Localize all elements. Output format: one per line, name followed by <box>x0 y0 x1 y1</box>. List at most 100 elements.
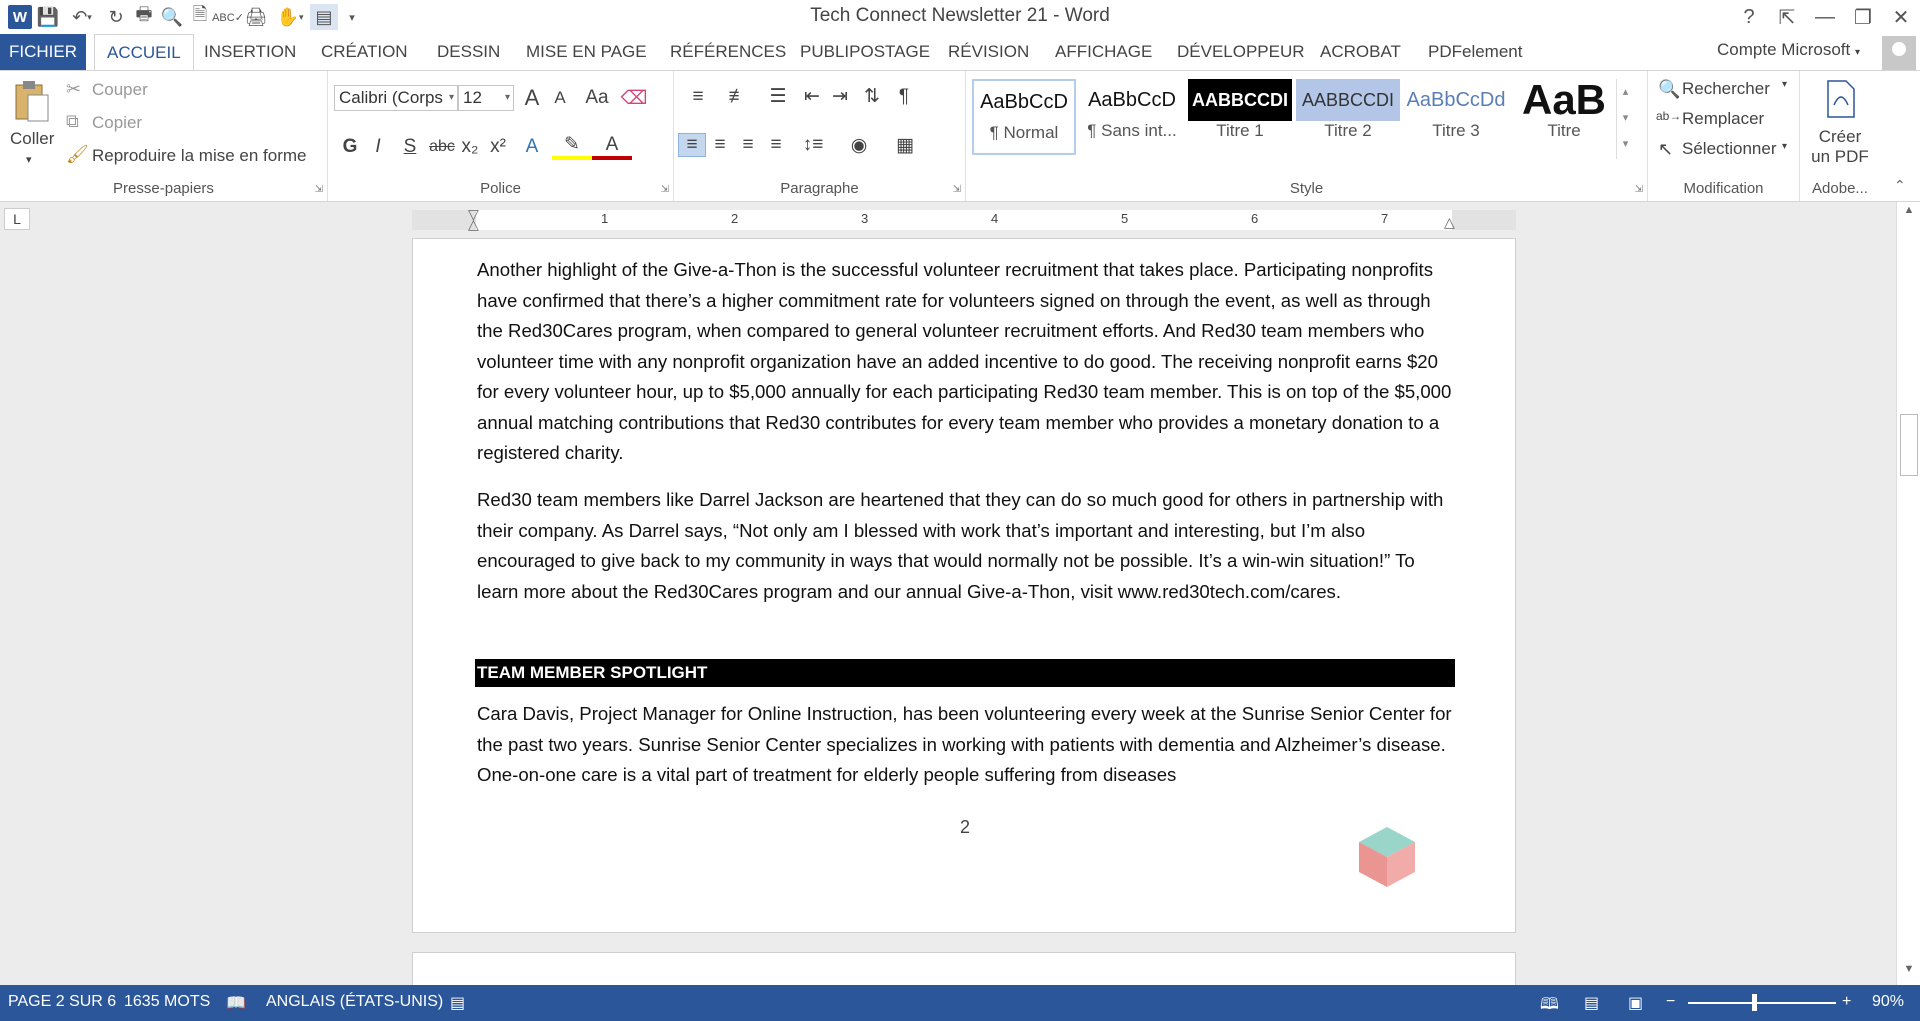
read-mode-icon[interactable]: 🕮 <box>1540 993 1559 1020</box>
word-count[interactable]: 1635 MOTS <box>124 993 210 1011</box>
multilevel-list-icon[interactable]: ☰ <box>758 85 798 108</box>
ribbon-display-icon[interactable]: ⇱ <box>1768 2 1806 32</box>
shading-icon[interactable]: ◉ <box>836 134 882 157</box>
create-pdf-icon[interactable] <box>1824 79 1858 119</box>
decrease-indent-icon[interactable]: ⇤ <box>798 85 826 108</box>
style-sans-interligne[interactable]: AaBbCcD ¶ Sans int... <box>1080 79 1184 155</box>
vertical-scrollbar[interactable]: ▲ ▼ <box>1896 202 1920 985</box>
tab-file[interactable]: FICHIER <box>0 34 86 70</box>
new-doc-icon[interactable]: 🗎 <box>186 4 214 30</box>
font-size-select[interactable]: 12 ▾ <box>458 85 514 111</box>
body-paragraph[interactable]: Cara Davis, Project Manager for Online I… <box>477 699 1457 791</box>
body-paragraph[interactable]: Red30 team members like Darrel Jackson a… <box>477 485 1457 607</box>
paste-icon[interactable] <box>12 79 52 125</box>
scroll-up-icon[interactable]: ▲ <box>1897 204 1920 224</box>
paragraph-launcher-icon[interactable]: ⇲ <box>953 184 961 195</box>
cut-button[interactable]: Couper <box>92 80 148 100</box>
tab-affichage[interactable]: AFFICHAGE <box>1043 34 1164 70</box>
chevron-down-icon[interactable]: ▾ <box>1617 105 1634 131</box>
create-pdf-button[interactable]: Créer un PDF <box>1800 127 1880 167</box>
avatar[interactable] <box>1882 36 1916 70</box>
tab-selector[interactable]: L <box>4 208 30 230</box>
print-layout-icon[interactable]: ▤ <box>1584 993 1599 1013</box>
bold-button[interactable]: G <box>336 136 364 158</box>
touch-mode-icon[interactable]: ✋ ▾ <box>270 4 310 30</box>
chevron-down-icon[interactable]: ▾ <box>1782 79 1787 90</box>
font-color-icon[interactable]: A <box>592 134 632 160</box>
style-titre[interactable]: AaB Titre <box>1512 79 1616 155</box>
quick-print-icon[interactable]: 🖨 <box>242 4 270 30</box>
proofing-icon[interactable]: 📖 <box>226 993 246 1013</box>
account-menu[interactable]: Compte Microsoft ▾ <box>1717 40 1860 60</box>
superscript-button[interactable]: x² <box>484 136 512 158</box>
tab-developpeur[interactable]: DÉVELOPPEUR <box>1165 34 1317 70</box>
right-indent-marker[interactable]: △ <box>1444 214 1455 231</box>
help-icon[interactable]: ? <box>1730 2 1768 32</box>
style-titre-2[interactable]: AABBCCDI Titre 2 <box>1296 79 1400 155</box>
scroll-thumb[interactable] <box>1900 414 1918 476</box>
layout-icon[interactable]: ▤ <box>310 4 338 30</box>
clear-format-icon[interactable]: ⌫ <box>620 87 648 110</box>
tab-acrobat[interactable]: ACROBAT <box>1308 34 1413 70</box>
section-heading[interactable]: TEAM MEMBER SPOTLIGHT <box>475 659 1455 687</box>
tab-pdfelement[interactable]: PDFelement <box>1416 34 1534 70</box>
web-layout-icon[interactable]: ▣ <box>1628 993 1643 1013</box>
collapse-ribbon-icon[interactable]: ⌃ <box>1894 177 1906 194</box>
bullets-icon[interactable]: ≡ <box>678 86 718 108</box>
font-launcher-icon[interactable]: ⇲ <box>661 184 669 195</box>
zoom-slider-thumb[interactable] <box>1752 994 1757 1011</box>
grow-font-button[interactable]: A <box>518 85 546 111</box>
page-indicator[interactable]: PAGE 2 SUR 6 <box>8 993 116 1011</box>
style-normal[interactable]: AaBbCcD ¶ Normal <box>972 79 1076 155</box>
change-case-button[interactable]: Aa <box>574 87 620 109</box>
italic-button[interactable]: I <box>364 136 392 158</box>
tab-references[interactable]: RÉFÉRENCES <box>658 34 798 70</box>
replace-button[interactable]: Remplacer <box>1682 109 1764 129</box>
zoom-out-button[interactable]: − <box>1666 993 1675 1011</box>
text-effects-icon[interactable]: A <box>512 136 552 158</box>
tab-mise-en-page[interactable]: MISE EN PAGE <box>514 34 659 70</box>
horizontal-ruler[interactable]: ▽ △ △ 1 2 3 4 5 6 7 <box>412 206 1516 233</box>
tab-insertion[interactable]: INSERTION <box>192 34 308 70</box>
tab-revision[interactable]: RÉVISION <box>936 34 1041 70</box>
underline-button[interactable]: S <box>392 136 428 158</box>
style-titre-3[interactable]: AaBbCcDd Titre 3 <box>1404 79 1508 155</box>
zoom-level[interactable]: 90% <box>1872 993 1904 1011</box>
word-app-icon[interactable]: W <box>6 4 34 30</box>
zoom-in-button[interactable]: + <box>1842 993 1851 1011</box>
tab-creation[interactable]: CRÉATION <box>309 34 420 70</box>
tab-publipostage[interactable]: PUBLIPOSTAGE <box>788 34 942 70</box>
select-button[interactable]: Sélectionner <box>1682 139 1777 159</box>
macro-recording-icon[interactable]: ▤ <box>450 993 465 1013</box>
line-spacing-icon[interactable]: ↕≡ <box>790 134 836 156</box>
preview-icon[interactable]: 🔍 <box>158 4 186 30</box>
align-left-icon[interactable]: ≡ <box>678 133 706 157</box>
strikethrough-button[interactable]: abc <box>428 138 456 156</box>
language-indicator[interactable]: ANGLAIS (ÉTATS-UNIS) <box>266 993 443 1011</box>
chevron-up-icon[interactable]: ▴ <box>1617 79 1634 105</box>
align-right-icon[interactable]: ≡ <box>734 134 762 156</box>
style-titre-1[interactable]: AABBCCDI Titre 1 <box>1188 79 1292 155</box>
sort-icon[interactable]: ⇅ <box>854 85 890 108</box>
save-icon[interactable]: 💾 <box>34 4 62 30</box>
document-page[interactable]: Another highlight of the Give-a-Thon is … <box>412 238 1516 933</box>
numbering-icon[interactable]: ≢ <box>718 86 758 108</box>
copy-button[interactable]: Copier <box>92 113 142 133</box>
redo-icon[interactable]: ↻ <box>102 4 130 30</box>
paste-dropdown-icon[interactable]: ▾ <box>26 153 32 166</box>
undo-icon[interactable]: ↶ ▾ <box>62 4 102 30</box>
restore-icon[interactable]: ❐ <box>1844 2 1882 32</box>
scroll-down-icon[interactable]: ▼ <box>1897 963 1920 983</box>
increase-indent-icon[interactable]: ⇥ <box>826 85 854 108</box>
clipboard-launcher-icon[interactable]: ⇲ <box>315 184 323 195</box>
font-name-select[interactable]: Calibri (Corps ▾ <box>334 85 458 111</box>
chevron-down-icon[interactable]: ▾ <box>1782 141 1787 152</box>
minimize-icon[interactable]: — <box>1806 2 1844 32</box>
left-indent-marker[interactable]: △ <box>468 216 479 233</box>
paste-button[interactable]: Coller <box>10 129 54 149</box>
tab-accueil[interactable]: ACCUEIL <box>94 34 194 71</box>
tab-dessin[interactable]: DESSIN <box>425 34 512 70</box>
show-marks-icon[interactable]: ¶ <box>890 86 918 108</box>
customize-qat-icon[interactable]: ▾ <box>338 4 366 30</box>
highlight-icon[interactable]: ✎ <box>552 133 592 160</box>
